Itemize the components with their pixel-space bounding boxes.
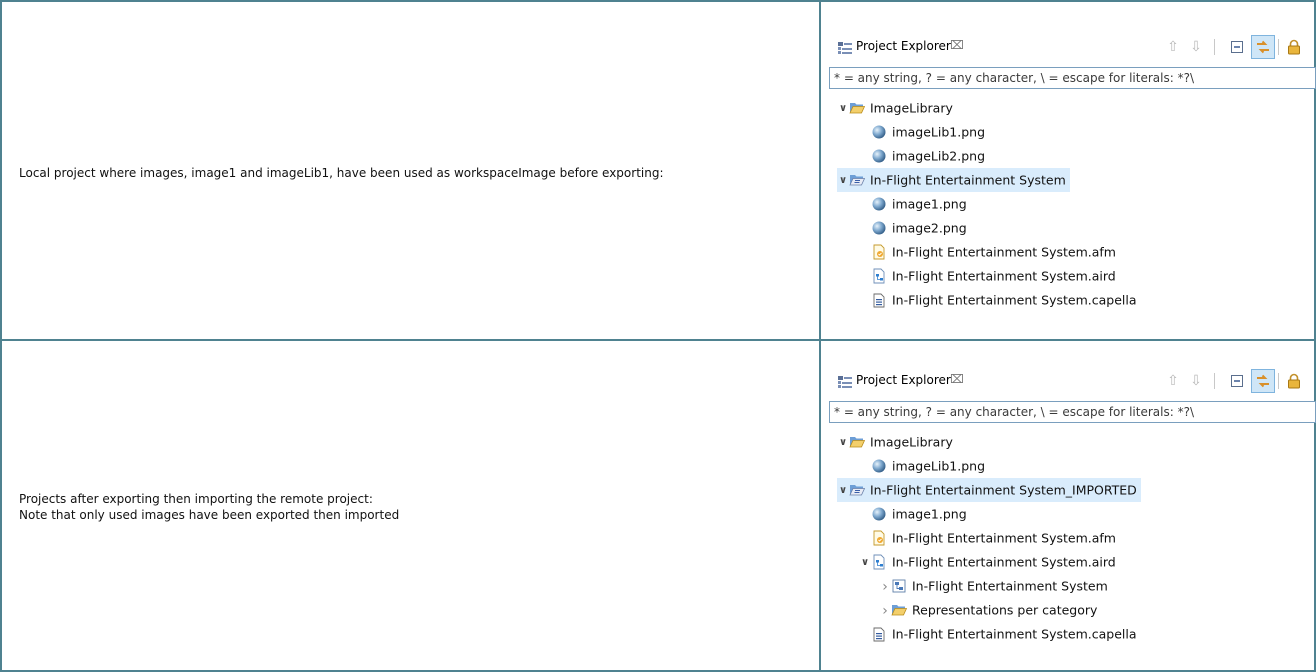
link-with-editor-icon[interactable]: [1251, 35, 1275, 59]
tree-item-label: In-Flight Entertainment System.capella: [892, 626, 1137, 642]
aird-model-icon: [891, 578, 907, 594]
tree-item[interactable]: › In-Flight Entertainment System: [879, 574, 1108, 598]
tree-item-label: ImageLibrary: [870, 100, 953, 116]
navigate-up-icon[interactable]: ⇧: [1163, 371, 1183, 391]
tree-item[interactable]: In-Flight Entertainment System.capella: [859, 288, 1137, 312]
table-border-top: [0, 0, 1316, 2]
globe-image-icon: [871, 124, 887, 140]
folder-open-icon: [849, 100, 866, 116]
tree-item-label: image1.png: [892, 196, 967, 212]
tree-item[interactable]: In-Flight Entertainment System.capella: [859, 622, 1137, 646]
tree-item-label: Representations per category: [912, 602, 1098, 618]
project-explorer-icon: [838, 42, 852, 54]
link-with-editor-icon[interactable]: [1251, 369, 1275, 393]
close-view-icon[interactable]: ⌧: [950, 372, 964, 386]
filter-input[interactable]: * = any string, ? = any character, \ = e…: [829, 401, 1316, 423]
toolbar-separator: [1214, 373, 1215, 389]
tree-item-label: imageLib2.png: [892, 148, 986, 164]
tree-item[interactable]: image1.png: [859, 502, 967, 526]
view-tab-bar: Project Explorer ⌧ ⇧ ⇩: [829, 368, 1316, 396]
tree-item[interactable]: ∨ ImageLibrary: [837, 430, 953, 454]
project-explorer-view: Project Explorer ⌧ ⇧ ⇩ * = any string, ? = a…: [829, 34, 1316, 334]
tree-item-label: ImageLibrary: [870, 434, 953, 450]
tree-item-label: In-Flight Entertainment System.afm: [892, 244, 1116, 260]
aird-file-icon: [871, 554, 887, 570]
toolbar-separator: [1278, 373, 1279, 389]
project-explorer-view: Project Explorer ⌧ ⇧ ⇩ * = any string, ? = a…: [829, 368, 1316, 668]
tree-item[interactable]: In-Flight Entertainment System.aird: [859, 264, 1116, 288]
tree-item-label: In-Flight Entertainment System.capella: [892, 292, 1137, 308]
tree-item[interactable]: ∨ ImageLibrary: [837, 96, 953, 120]
expanded-chevron-icon[interactable]: ∨: [837, 431, 849, 455]
expanded-chevron-icon[interactable]: ∨: [837, 479, 849, 503]
collapse-all-icon[interactable]: [1227, 37, 1247, 57]
tree-item[interactable]: ∨ In-Flight Entertainment System.aird: [859, 550, 1116, 574]
globe-image-icon: [871, 220, 887, 236]
column-divider: [819, 0, 821, 672]
tree-item-label: In-Flight Entertainment System.aird: [892, 554, 1116, 570]
row-2-description: Projects after exporting then importing …: [19, 491, 399, 523]
tree-item-label: In-Flight Entertainment System: [912, 578, 1108, 594]
folder-open-icon: [849, 434, 866, 450]
collapsed-chevron-icon[interactable]: ›: [879, 575, 891, 599]
capella-project-icon: [849, 172, 866, 188]
tree-item-label: imageLib1.png: [892, 124, 986, 140]
collapse-all-icon[interactable]: [1227, 371, 1247, 391]
tree-item-label: image2.png: [892, 220, 967, 236]
description-line: Local project where images, image1 and i…: [19, 166, 664, 180]
folder-open-icon: [891, 602, 908, 618]
globe-image-icon: [871, 458, 887, 474]
row-1-description: Local project where images, image1 and i…: [19, 165, 664, 181]
lock-icon[interactable]: [1284, 37, 1304, 57]
tree-item[interactable]: ∨ In-Flight Entertainment System_IMPORTED: [837, 478, 1141, 502]
navigate-down-icon[interactable]: ⇩: [1186, 371, 1206, 391]
tree-item-label: image1.png: [892, 506, 967, 522]
tree-item[interactable]: imageLib1.png: [859, 454, 985, 478]
tree-item-label: In-Flight Entertainment System.aird: [892, 268, 1116, 284]
project-explorer-icon: [838, 376, 852, 388]
tree-item-label: imageLib1.png: [892, 458, 986, 474]
table-border-middle: [0, 339, 1316, 341]
tree-item-label: In-Flight Entertainment System_IMPORTED: [870, 482, 1137, 498]
capella-project-icon: [849, 482, 866, 498]
navigate-up-icon[interactable]: ⇧: [1163, 37, 1183, 57]
navigate-down-icon[interactable]: ⇩: [1186, 37, 1206, 57]
description-line: Note that only used images have been exp…: [19, 508, 400, 522]
globe-image-icon: [871, 506, 887, 522]
view-tab-bar: Project Explorer ⌧ ⇧ ⇩: [829, 34, 1316, 62]
tree-item-label: In-Flight Entertainment System.afm: [892, 530, 1116, 546]
tree-item[interactable]: › Representations per category: [879, 598, 1097, 622]
tree-item[interactable]: In-Flight Entertainment System.afm: [859, 240, 1116, 264]
globe-image-icon: [871, 196, 887, 212]
toolbar-separator: [1278, 39, 1279, 55]
afm-file-icon: [871, 530, 887, 546]
expanded-chevron-icon[interactable]: ∨: [837, 97, 849, 121]
toolbar-separator: [1214, 39, 1215, 55]
tree-item[interactable]: In-Flight Entertainment System.afm: [859, 526, 1116, 550]
view-title[interactable]: Project Explorer: [856, 373, 951, 387]
view-title[interactable]: Project Explorer: [856, 39, 951, 53]
table-border-left: [0, 0, 2, 672]
expanded-chevron-icon[interactable]: ∨: [859, 551, 871, 575]
capella-file-icon: [871, 626, 887, 642]
capella-file-icon: [871, 292, 887, 308]
close-view-icon[interactable]: ⌧: [950, 38, 964, 52]
afm-file-icon: [871, 244, 887, 260]
filter-input[interactable]: * = any string, ? = any character, \ = e…: [829, 67, 1316, 89]
tree-item-label: In-Flight Entertainment System: [870, 172, 1066, 188]
globe-image-icon: [871, 148, 887, 164]
collapsed-chevron-icon[interactable]: ›: [879, 599, 891, 623]
tree-item[interactable]: image2.png: [859, 216, 967, 240]
aird-file-icon: [871, 268, 887, 284]
tree-item[interactable]: imageLib1.png: [859, 120, 985, 144]
tree-item[interactable]: image1.png: [859, 192, 967, 216]
tree-item[interactable]: imageLib2.png: [859, 144, 985, 168]
expanded-chevron-icon[interactable]: ∨: [837, 169, 849, 193]
tree-item[interactable]: ∨ In-Flight Entertainment System: [837, 168, 1070, 192]
lock-icon[interactable]: [1284, 371, 1304, 391]
description-line: Projects after exporting then importing …: [19, 492, 373, 506]
